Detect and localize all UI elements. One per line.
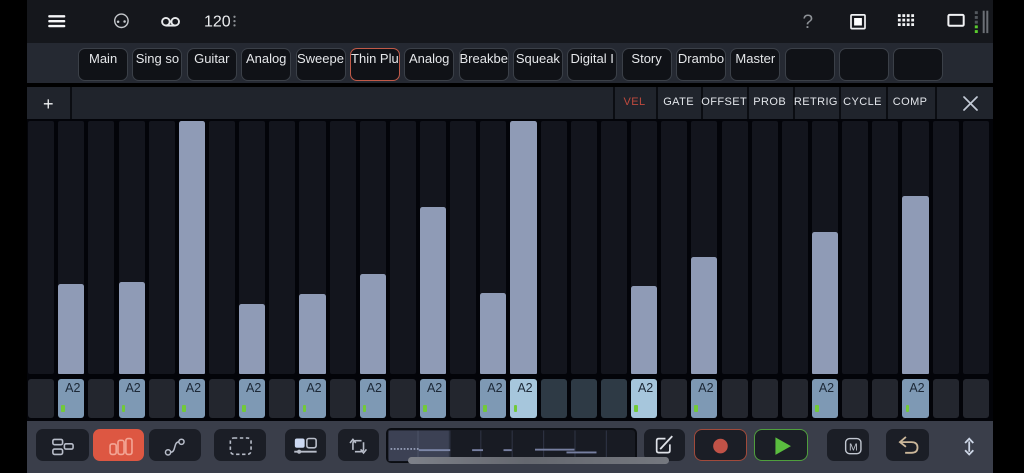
svg-text:?: ? xyxy=(803,12,814,33)
svg-text:120: 120 xyxy=(204,13,231,30)
svg-text:M: M xyxy=(849,442,858,453)
